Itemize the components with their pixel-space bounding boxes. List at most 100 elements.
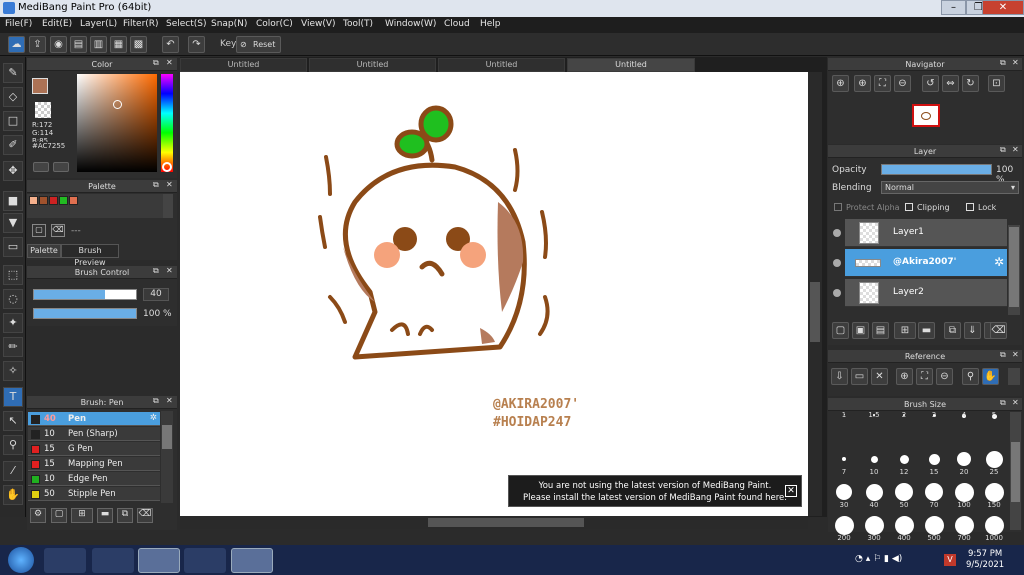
- layer-settings-gear-icon[interactable]: ✲: [994, 255, 1004, 269]
- brush-row[interactable]: 40 Pen ✲: [28, 412, 160, 426]
- reference-zoom-out-icon[interactable]: ⊖: [936, 368, 953, 385]
- delete-palette-icon[interactable]: ⌫: [51, 224, 65, 237]
- layout-icon[interactable]: ▦: [110, 36, 127, 53]
- panel-close-icon[interactable]: ✕: [166, 396, 173, 405]
- menu-layer[interactable]: Layer(L): [80, 19, 117, 29]
- layer-row[interactable]: Layer1: [845, 219, 1007, 247]
- reference-open-icon[interactable]: ▭: [851, 368, 868, 385]
- taskbar-browser-icon[interactable]: [138, 548, 180, 573]
- color-picker-cursor[interactable]: [113, 100, 122, 109]
- palette-swatch[interactable]: [29, 196, 38, 205]
- brush-size-cell[interactable]: 150: [980, 477, 1008, 509]
- dropper-tool-icon[interactable]: ⁄: [3, 461, 23, 481]
- panel-float-icon[interactable]: ⧉: [153, 396, 159, 406]
- brush-row[interactable]: 50 Stipple Pen: [28, 487, 160, 501]
- navigator-preview[interactable]: [912, 104, 940, 127]
- select-eraser-tool-icon[interactable]: ✧: [3, 361, 23, 381]
- brush-size-scroll-thumb[interactable]: [1011, 442, 1020, 502]
- taskbar-medibang-icon[interactable]: [231, 548, 273, 573]
- brush-size-cell[interactable]: 2: [890, 411, 918, 443]
- canvas-tab-2[interactable]: Untitled: [309, 58, 436, 72]
- new-halftone-layer-icon[interactable]: ▣: [852, 322, 869, 339]
- horizontal-scroll-thumb[interactable]: [428, 518, 584, 527]
- taskbar-media-player-icon[interactable]: [44, 548, 86, 573]
- brush-size-cell[interactable]: 25: [980, 444, 1008, 476]
- brush-size-cell[interactable]: 10: [860, 444, 888, 476]
- brush-size-cell[interactable]: 300: [860, 510, 888, 542]
- gradient-tool-icon[interactable]: ▭: [3, 237, 23, 257]
- reference-eyedropper-icon[interactable]: ⚲: [962, 368, 979, 385]
- brush-size-cell[interactable]: 1000: [980, 510, 1008, 542]
- redo-icon[interactable]: ↷: [188, 36, 205, 53]
- brush-size-scrollbar[interactable]: [1010, 412, 1021, 530]
- brush-row[interactable]: 15 Mapping Pen: [28, 457, 160, 471]
- menu-edit[interactable]: Edit(E): [42, 19, 72, 29]
- brush-size-cell[interactable]: 15: [920, 444, 948, 476]
- reference-fit-icon[interactable]: ⛶: [916, 368, 933, 385]
- eye-icon[interactable]: [833, 229, 841, 237]
- operation-tool-icon[interactable]: ↖: [3, 411, 23, 431]
- brush-size-cell[interactable]: 30: [830, 477, 858, 509]
- brush-size-cell[interactable]: 40: [860, 477, 888, 509]
- menu-file[interactable]: File(F): [5, 19, 32, 29]
- brush-size-cell[interactable]: 100: [950, 477, 978, 509]
- menu-filter[interactable]: Filter(R): [123, 19, 159, 29]
- zoom-actual-icon[interactable]: ⛶: [874, 75, 891, 92]
- comment-icon[interactable]: ▤: [70, 36, 87, 53]
- panel-close-icon[interactable]: ✕: [1012, 145, 1019, 154]
- language-indicator[interactable]: V: [944, 554, 956, 566]
- magic-wand-tool-icon[interactable]: ✦: [3, 313, 23, 333]
- start-button-icon[interactable]: [8, 547, 34, 573]
- palette-swatch[interactable]: [39, 196, 48, 205]
- rotate-left-icon[interactable]: ↺: [922, 75, 939, 92]
- tab-brush-preview[interactable]: Brush Preview: [61, 244, 119, 267]
- brush-size-cell[interactable]: 700: [950, 510, 978, 542]
- new-color-layer-icon[interactable]: ▤: [872, 322, 889, 339]
- panel-float-icon[interactable]: ⧉: [153, 266, 159, 276]
- panel-float-icon[interactable]: ⧉: [1000, 145, 1006, 155]
- panel-close-icon[interactable]: ✕: [166, 180, 173, 189]
- reference-zoom-in-icon[interactable]: ⊕: [896, 368, 913, 385]
- rotate-right-icon[interactable]: ↻: [962, 75, 979, 92]
- brush-size-cell[interactable]: 1.5: [860, 411, 888, 443]
- new-brush-icon[interactable]: ▢: [51, 508, 67, 523]
- reference-scrollbar[interactable]: [1008, 368, 1020, 385]
- eye-icon[interactable]: [833, 289, 841, 297]
- layer-list-scrollbar[interactable]: [1008, 225, 1020, 315]
- eyedropper-tool-icon[interactable]: ⚲: [3, 435, 23, 455]
- flip-icon[interactable]: ⇔: [942, 75, 959, 92]
- navigator-settings-icon[interactable]: ⊡: [988, 75, 1005, 92]
- brush-size-cell[interactable]: 3: [920, 411, 948, 443]
- brush-row[interactable]: 15 G Pen: [28, 442, 160, 456]
- pen-tool-icon[interactable]: ✐: [3, 135, 23, 155]
- brush-tool-icon[interactable]: ✎: [3, 63, 23, 83]
- canvas-tab-1[interactable]: Untitled: [180, 58, 307, 72]
- document-icon[interactable]: ▥: [90, 36, 107, 53]
- canvas-vertical-scrollbar[interactable]: [808, 72, 822, 516]
- brush-row[interactable]: 10 Pen (Sharp): [28, 427, 160, 441]
- add-brush-icon[interactable]: ⊞: [71, 508, 93, 523]
- text-tool-icon[interactable]: T: [3, 387, 23, 407]
- layer-row[interactable]: Layer2: [845, 279, 1007, 307]
- hue-slider-handle[interactable]: [162, 162, 172, 172]
- canvas-horizontal-scrollbar[interactable]: [180, 516, 808, 529]
- update-notice[interactable]: You are not using the latest version of …: [508, 475, 802, 507]
- select-rect-tool-icon[interactable]: ⬚: [3, 265, 23, 285]
- background-color-swatch[interactable]: [35, 102, 51, 118]
- brush-size-cell[interactable]: 500: [920, 510, 948, 542]
- delete-brush-icon[interactable]: ⌫: [137, 508, 153, 523]
- panel-close-icon[interactable]: ✕: [1012, 350, 1019, 359]
- panel-float-icon[interactable]: ⧉: [1000, 350, 1006, 360]
- panel-float-icon[interactable]: ⧉: [1000, 398, 1006, 408]
- brush-size-cell[interactable]: 1: [830, 411, 858, 443]
- foreground-color-swatch[interactable]: [32, 78, 48, 94]
- grid-icon[interactable]: ▩: [130, 36, 147, 53]
- brush-size-cell[interactable]: 7: [830, 444, 858, 476]
- reference-close-icon[interactable]: ✕: [871, 368, 888, 385]
- brush-size-cell[interactable]: 50: [890, 477, 918, 509]
- chat-icon[interactable]: ◉: [50, 36, 67, 53]
- brush-row[interactable]: 10 Edge Pen: [28, 472, 160, 486]
- reset-button[interactable]: ⊘ Reset: [236, 36, 281, 53]
- protect-alpha-checkbox[interactable]: [834, 203, 842, 211]
- panel-float-icon[interactable]: ⧉: [153, 58, 159, 68]
